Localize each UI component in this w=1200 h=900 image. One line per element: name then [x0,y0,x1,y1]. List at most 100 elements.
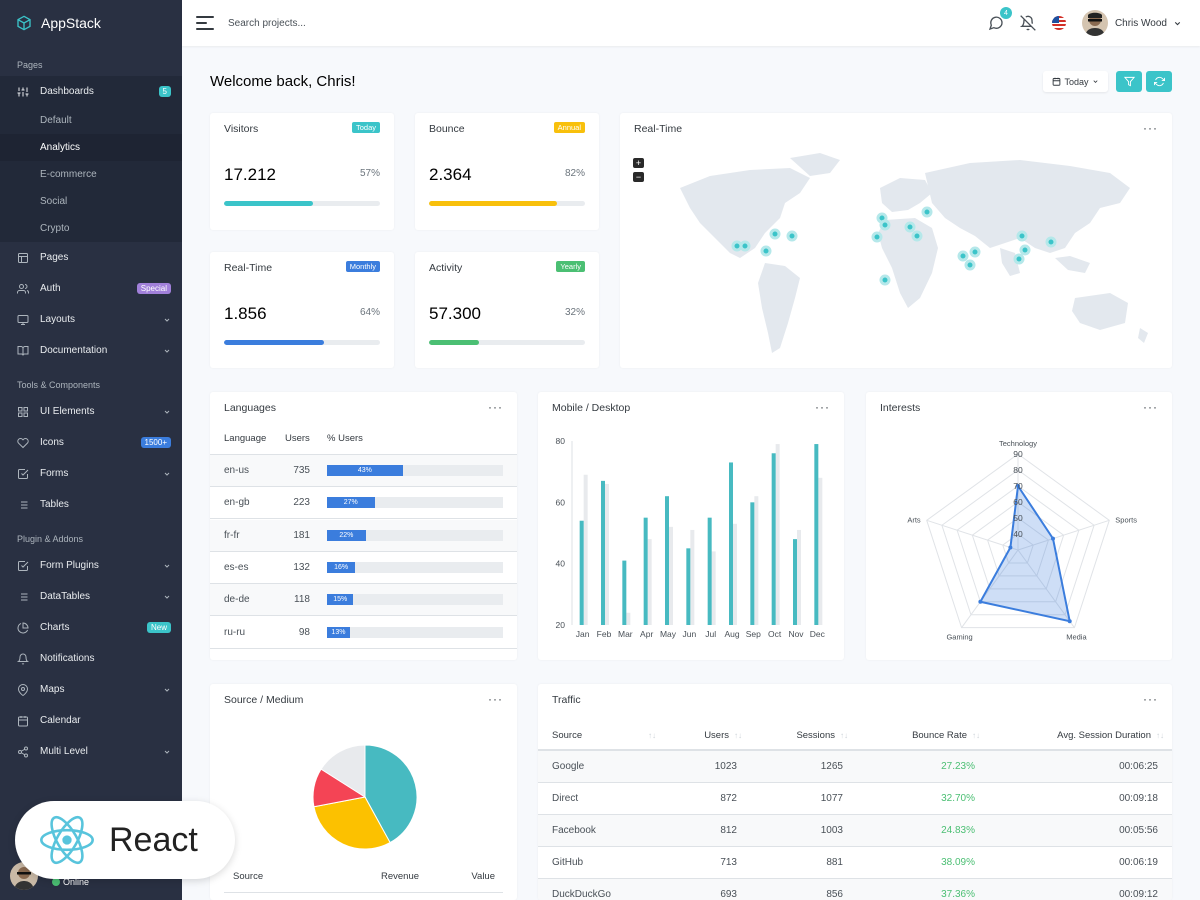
sidebar-section-tools: Tools & Components [17,380,101,390]
cube-icon [17,15,31,31]
x-tick-label: Jul [705,629,716,639]
bar-oct-series-1[interactable] [771,453,776,625]
sidebar-item-layouts[interactable]: Layouts [0,304,182,335]
user-name[interactable]: Chris Wood [1115,18,1167,29]
bar-dec-series-1[interactable] [814,444,819,625]
column-header-avg-duration[interactable]: Avg. Session Duration ↑↓ [1038,722,1164,749]
bar-sep-series-2[interactable] [754,496,759,625]
radar-point-sports[interactable] [1050,536,1055,541]
bar-sep-series-1[interactable] [750,502,755,625]
bar-feb-series-1[interactable] [601,480,605,625]
bar-apr-series-1[interactable] [643,517,648,625]
source-cell: GitHub [552,857,584,868]
sidebar-item-calendar[interactable]: Calendar [0,705,182,736]
column-header-users[interactable]: Users ↑↓ [688,722,742,749]
more-options-icon[interactable]: ··· [488,692,503,706]
sidebar-item-multi-level[interactable]: Multi Level [0,736,182,767]
sidebar-item-charts[interactable]: Charts New [0,612,182,643]
x-tick-label: May [660,629,677,639]
more-options-icon[interactable]: ··· [1143,400,1158,414]
column-header-source[interactable]: Source ↑↓ [552,722,656,749]
more-options-icon[interactable]: ··· [1143,692,1158,706]
sidebar-subitem-ecommerce[interactable]: E-commerce [0,161,182,188]
sidebar-subitem-analytics[interactable]: Analytics [0,134,182,161]
bar-may-series-1[interactable] [665,496,669,625]
bar-apr-series-2[interactable] [647,539,652,625]
hamburger-icon[interactable] [196,16,214,30]
radar-series-polygon[interactable] [978,483,1072,623]
bar-nov-series-1[interactable] [793,539,797,625]
chevron-down-icon [164,349,170,353]
zoom-in-button[interactable]: + [633,158,644,168]
bounce-rate-cell: 24.83% [941,825,975,836]
users-cell: 132 [293,561,310,573]
bar-jan-series-2[interactable] [583,474,588,625]
sidebar-item-datatables[interactable]: DataTables [0,581,182,612]
sidebar-item-dashboards[interactable]: Dashboards 5 [0,76,182,107]
messages-button[interactable]: 4 [988,7,1012,31]
bar-aug-series-2[interactable] [733,523,737,625]
icons-badge: 1500+ [140,437,171,448]
more-options-icon[interactable]: ··· [1143,121,1158,135]
sidebar-item-label: Forms [40,468,69,479]
x-tick-label: Feb [597,629,612,639]
sidebar-item-form-plugins[interactable]: Form Plugins [0,550,182,581]
us-flag-icon[interactable] [1051,16,1066,30]
refresh-icon [1153,76,1165,87]
sidebar-item-forms[interactable]: Forms [0,458,182,489]
sidebar-item-tables[interactable]: Tables [0,489,182,520]
user-avatar[interactable] [1081,10,1108,36]
bar-nov-series-2[interactable] [797,529,801,625]
radar-spoke [926,519,1019,551]
bar-jun-series-2[interactable] [690,529,695,625]
sidebar-item-auth[interactable]: Auth Special [0,273,182,304]
radar-point-media[interactable] [1067,619,1072,624]
column-header-bounce-rate[interactable]: Bounce Rate ↑↓ [888,722,980,749]
bar-dec-series-2[interactable] [818,477,823,625]
bar-mar-series-1[interactable] [622,560,627,625]
bar-mar-series-2[interactable] [626,612,631,625]
stat-progress [224,201,380,206]
filter-button[interactable] [1116,71,1142,92]
bar-jul-series-2[interactable] [711,551,716,625]
sidebar-item-icons[interactable]: Icons 1500+ [0,427,182,458]
search-input[interactable] [228,17,428,29]
sidebar-item-documentation[interactable]: Documentation [0,335,182,366]
sidebar-subitem-default[interactable]: Default [0,107,182,134]
x-tick-label: Oct [768,629,782,639]
radar-point-gaming[interactable] [978,599,983,604]
sidebar-item-label: Maps [40,684,65,695]
bar-may-series-2[interactable] [669,526,673,625]
sidebar-item-pages[interactable]: Pages [0,242,182,273]
sidebar-item-ui-elements[interactable]: UI Elements [0,396,182,427]
bar-feb-series-2[interactable] [605,483,609,625]
zoom-out-button[interactable]: − [633,172,644,182]
column-header-sessions[interactable]: Sessions ↑↓ [778,722,848,749]
radar-point-arts[interactable] [1008,545,1013,550]
sidebar-subitem-social[interactable]: Social [0,188,182,215]
auth-badge: Special [136,283,171,294]
x-tick-label: Mar [618,629,633,639]
sidebar-item-notifications[interactable]: Notifications [0,643,182,674]
dashboards-submenu: Default Analytics E-commerce Social Cryp… [0,107,182,242]
sidebar-item-maps[interactable]: Maps [0,674,182,705]
users-cell: 713 [720,857,737,868]
world-map[interactable] [670,148,1160,363]
bar-jul-series-1[interactable] [707,517,712,625]
more-options-icon[interactable]: ··· [815,400,830,414]
stat-percent: 32% [564,307,585,318]
notifications-button[interactable] [1019,15,1036,31]
brand[interactable]: AppStack [0,0,182,46]
date-filter-button[interactable]: Today [1043,71,1108,92]
bar-jan-series-1[interactable] [579,520,584,625]
bar-jun-series-1[interactable] [686,548,691,625]
refresh-button[interactable] [1146,71,1172,92]
chevron-down-icon [164,750,170,754]
language-cell: fr-fr [224,529,240,541]
bar-aug-series-1[interactable] [729,462,733,625]
source-medium-card: Source / Medium ··· Source Revenue Value [210,684,517,900]
sidebar-subitem-crypto[interactable]: Crypto [0,215,182,242]
chevron-down-icon[interactable] [1173,19,1182,28]
bar-oct-series-2[interactable] [775,444,780,625]
more-options-icon[interactable]: ··· [488,400,503,414]
